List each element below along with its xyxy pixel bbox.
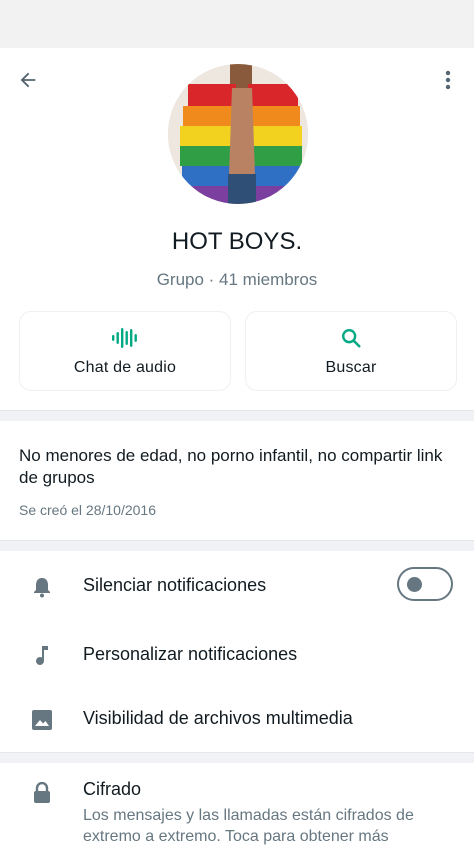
search-icon bbox=[340, 325, 362, 351]
back-button[interactable] bbox=[12, 66, 44, 98]
custom-notifications-label: Personalizar notificaciones bbox=[83, 644, 298, 664]
group-subtitle: Grupo · 41 miembros bbox=[156, 270, 318, 289]
music-note-icon bbox=[30, 644, 54, 668]
more-vert-icon bbox=[445, 70, 451, 95]
media-visibility-label: Visibilidad de archivos multimedia bbox=[83, 708, 353, 728]
toggle-knob bbox=[407, 577, 422, 592]
arrow-left-icon bbox=[17, 69, 39, 96]
encryption-title: Cifrado bbox=[83, 779, 142, 799]
audio-chat-label: Chat de audio bbox=[73, 359, 177, 376]
group-avatar[interactable] bbox=[168, 64, 308, 204]
search-button[interactable]: Buscar bbox=[245, 311, 457, 391]
more-options-button[interactable] bbox=[432, 66, 464, 98]
section-divider bbox=[0, 410, 474, 421]
group-description[interactable]: No menores de edad, no porno infantil, n… bbox=[19, 445, 459, 489]
image-icon bbox=[30, 708, 54, 732]
search-label: Buscar bbox=[325, 359, 377, 376]
audio-chat-button[interactable]: Chat de audio bbox=[19, 311, 231, 391]
lock-icon bbox=[30, 781, 54, 805]
mute-toggle[interactable] bbox=[396, 566, 456, 604]
status-bar bbox=[0, 0, 474, 48]
group-name[interactable]: HOT BOYS. bbox=[0, 228, 474, 256]
section-divider bbox=[0, 752, 474, 763]
toggle-track bbox=[397, 567, 453, 601]
created-date: Se creó el 28/10/2016 bbox=[19, 502, 156, 518]
audio-wave-icon bbox=[111, 325, 139, 351]
media-visibility-row[interactable]: Visibilidad de archivos multimedia bbox=[0, 692, 474, 748]
custom-notifications-row[interactable]: Personalizar notificaciones bbox=[0, 628, 474, 684]
mute-notifications-label: Silenciar notificaciones bbox=[83, 575, 267, 595]
section-divider bbox=[0, 540, 474, 551]
encryption-description: Los mensajes y las llamadas están cifrad… bbox=[83, 807, 414, 845]
bell-icon bbox=[30, 575, 54, 599]
